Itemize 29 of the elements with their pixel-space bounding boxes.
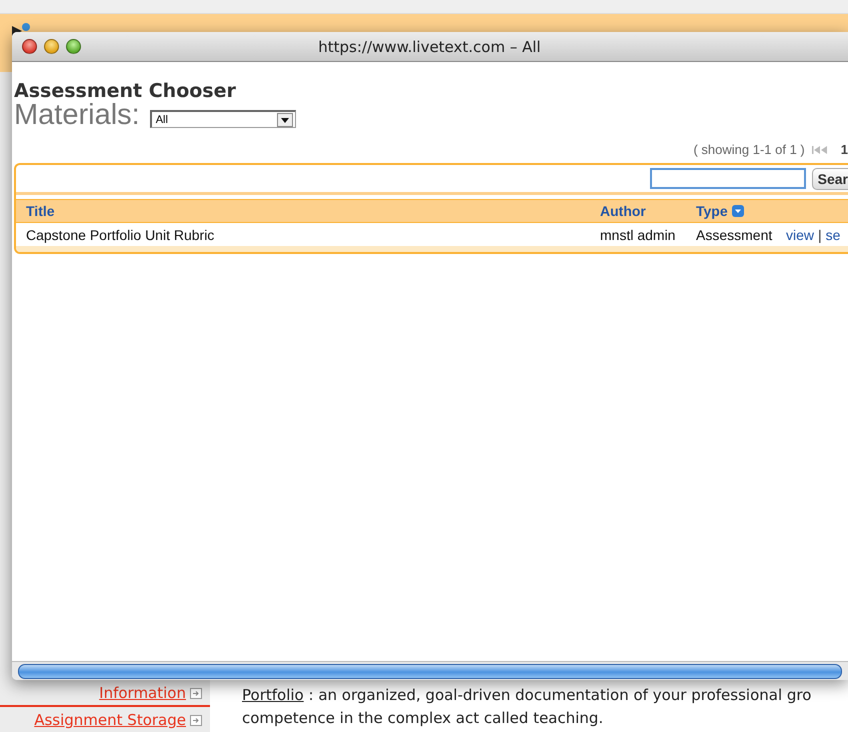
sidebar-link[interactable]: Assignment Storage: [34, 711, 186, 729]
arrow-icon: [190, 714, 202, 726]
column-header[interactable]: Author: [600, 203, 696, 219]
portfolio-link[interactable]: Portfolio: [242, 686, 304, 704]
column-header[interactable]: Title: [26, 203, 600, 219]
materials-dropdown[interactable]: All: [150, 110, 296, 128]
action-link[interactable]: se: [826, 226, 840, 242]
zoom-button[interactable]: [66, 39, 81, 54]
sort-icon[interactable]: [732, 205, 744, 217]
window-title: https://www.livetext.com – All: [317, 38, 542, 56]
search-button[interactable]: Sear: [812, 168, 848, 190]
arrow-icon: [190, 688, 202, 698]
close-button[interactable]: [22, 39, 37, 54]
sidebar-link[interactable]: Information: [99, 684, 186, 702]
table-cell-text: Assessment: [696, 226, 774, 242]
action-link[interactable]: view: [786, 226, 814, 242]
definition-text: Portfolio : an organized, goal-driven documentation of your professional gro competence in the complex act called teaching.: [242, 685, 812, 729]
scroll-thumb[interactable]: [18, 664, 842, 678]
table-cell-text: Capstone Portfolio Unit Rubric: [26, 226, 216, 242]
minimize-button[interactable]: [44, 39, 59, 54]
horizontal-scrollbar[interactable]: [12, 661, 848, 680]
table-cell-text: mnstl admin: [600, 226, 676, 242]
column-header[interactable]: Type: [696, 203, 786, 219]
page-number[interactable]: 1: [840, 142, 848, 157]
page-heading: Assessment Chooser: [14, 80, 237, 102]
separator-text: |: [818, 226, 822, 242]
search-field[interactable]: [650, 168, 806, 189]
materials-label: Materials:: [14, 100, 140, 130]
pager-text: ( showing 1-1 of 1 ): [693, 142, 805, 157]
